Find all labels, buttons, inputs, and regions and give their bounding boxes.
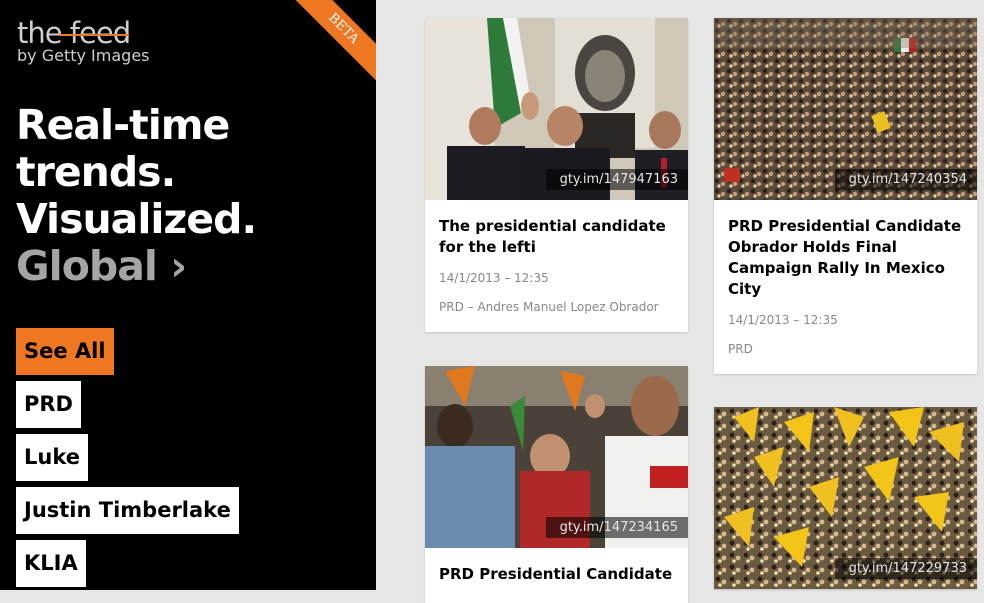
card-photo[interactable]: gty.im/147229733	[714, 407, 977, 589]
card-body: PRD Presidential Candidate	[425, 548, 688, 603]
global-link[interactable]: Global ›	[16, 243, 256, 290]
card-title[interactable]: The presidential candidate for the lefti	[439, 216, 674, 258]
card-photo[interactable]: gty.im/147234165	[425, 366, 688, 548]
logo[interactable]: the feed by Getty Images	[17, 18, 150, 64]
card-title[interactable]: PRD Presidential Candidate	[439, 564, 674, 585]
sidebar: the feed by Getty Images BETA Real-time …	[0, 0, 376, 590]
tag-luke[interactable]: Luke	[16, 434, 88, 481]
tag-klia[interactable]: KLIA	[16, 540, 86, 587]
logo-subtitle: by Getty Images	[17, 46, 150, 65]
feed-card[interactable]: gty.im/147240354 PRD Presidential Candid…	[714, 18, 977, 374]
logo-strike	[59, 34, 129, 36]
card-image-link[interactable]: gty.im/147947163	[545, 169, 688, 190]
feed-card[interactable]: gty.im/147234165 PRD Presidential Candid…	[425, 366, 688, 603]
tag-list: See All PRD Luke Justin Timberlake KLIA	[16, 328, 239, 590]
card-photo[interactable]: gty.im/147947163	[425, 18, 688, 200]
card-image-link[interactable]: gty.im/147234165	[545, 517, 688, 538]
headline-line-2: trends.	[16, 148, 176, 196]
card-photo[interactable]: gty.im/147240354	[714, 18, 977, 200]
headline-line-1: Real-time	[16, 101, 230, 149]
tag-prd[interactable]: PRD	[16, 381, 81, 428]
chevron-right-icon: ›	[170, 242, 187, 290]
card-tag: PRD	[728, 342, 753, 356]
card-date: 14/1/2013 – 12:35	[728, 313, 838, 327]
feed-card[interactable]: gty.im/147947163 The presidential candid…	[425, 18, 688, 332]
card-image-link[interactable]: gty.im/147229733	[834, 558, 977, 579]
headline-line-3: Visualized.	[16, 195, 257, 243]
logo-text: the feed	[17, 16, 131, 50]
card-title[interactable]: PRD Presidential Candidate Obrador Holds…	[728, 216, 963, 300]
tag-justin-timberlake[interactable]: Justin Timberlake	[16, 487, 239, 534]
feed-card[interactable]: gty.im/147229733	[714, 407, 977, 589]
global-label: Global	[16, 242, 158, 290]
tag-see-all[interactable]: See All	[16, 328, 114, 375]
card-body: PRD Presidential Candidate Obrador Holds…	[714, 200, 977, 374]
headline: Real-time trends. Visualized. Global ›	[16, 101, 257, 290]
beta-badge: BETA	[280, 0, 376, 92]
card-date: 14/1/2013 – 12:35	[439, 271, 549, 285]
card-image-link[interactable]: gty.im/147240354	[834, 169, 977, 190]
card-body: The presidential candidate for the lefti…	[425, 200, 688, 332]
card-tag: PRD – Andres Manuel Lopez Obrador	[439, 300, 659, 314]
